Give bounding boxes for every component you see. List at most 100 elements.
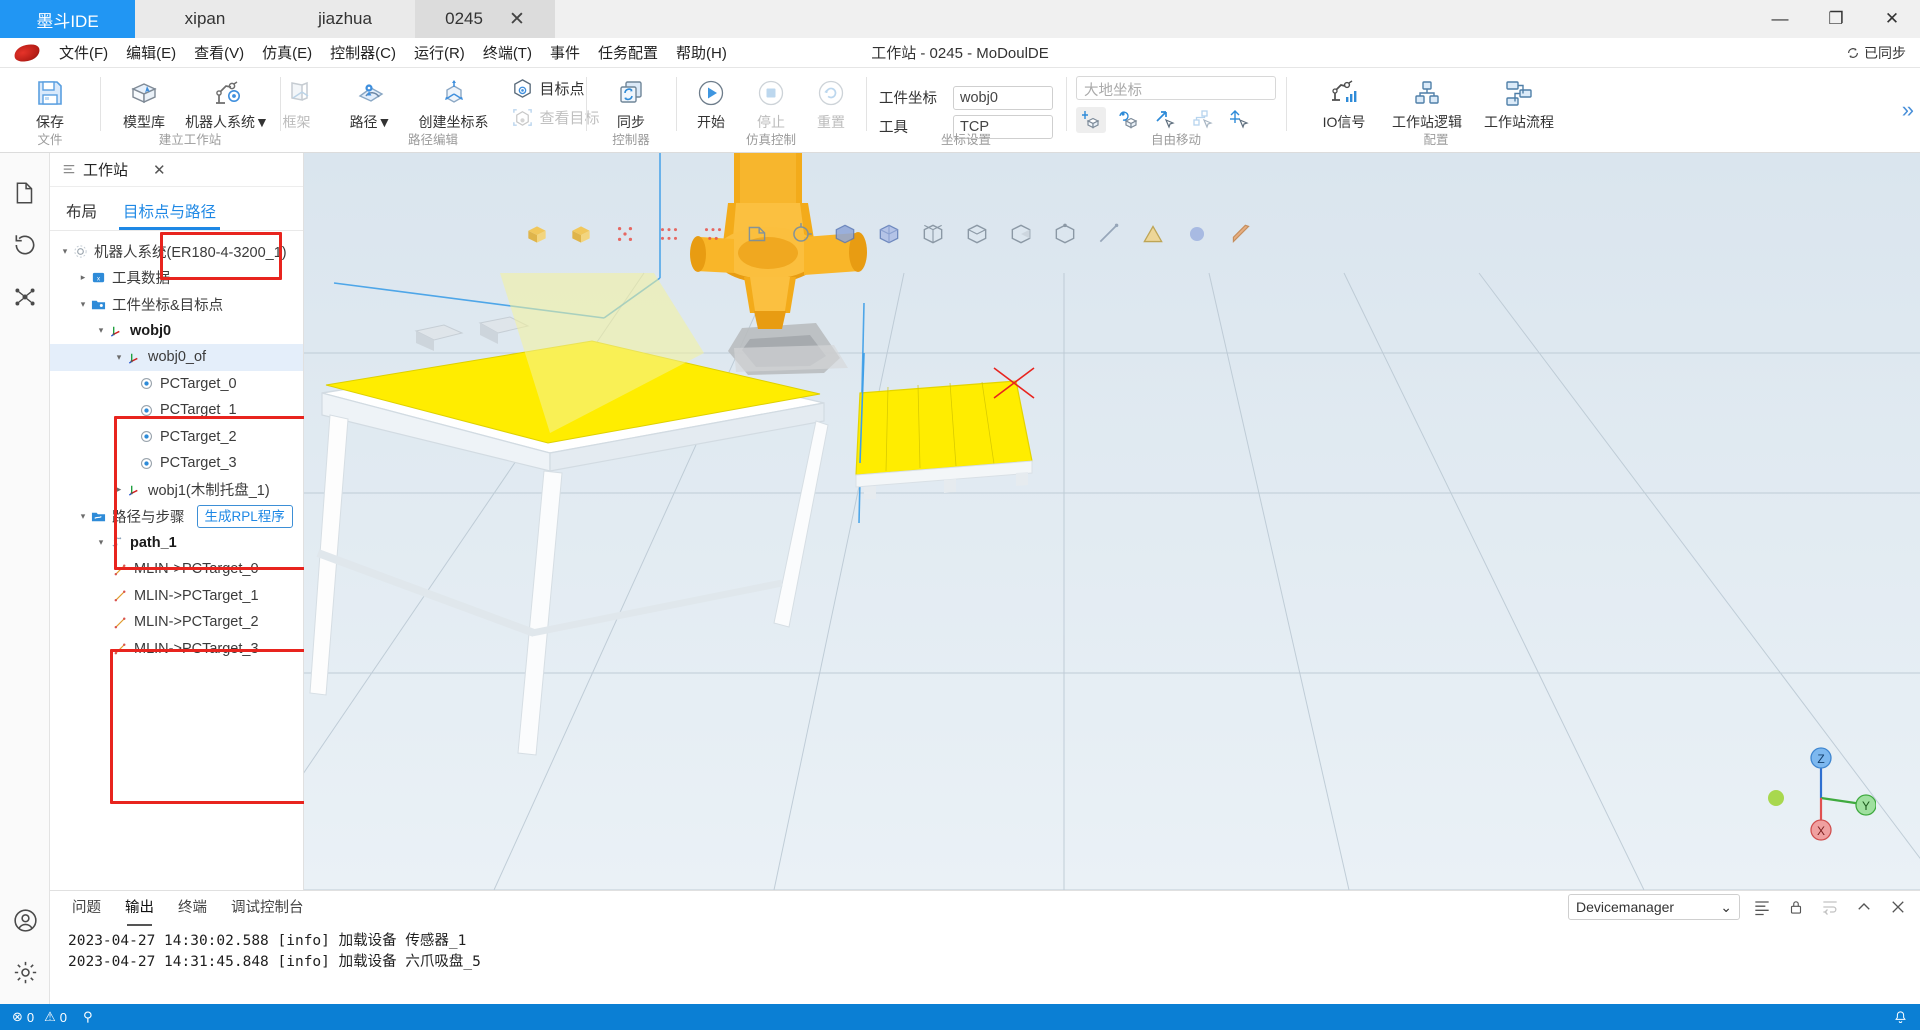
chevron-down-icon[interactable]: ▾: [112, 352, 126, 363]
menu-item-edit[interactable]: 编辑(E): [117, 38, 185, 67]
cube-face-icon[interactable]: [1008, 221, 1034, 247]
window-tab-0[interactable]: 墨斗IDE: [0, 0, 135, 38]
word-wrap-icon[interactable]: [1818, 895, 1842, 919]
chevron-down-icon[interactable]: ▾: [94, 325, 108, 336]
save-button[interactable]: 保存: [13, 73, 87, 132]
tree-item-paths-and-steps[interactable]: ▾ 路径与步骤 生成RPL程序: [50, 503, 303, 530]
tree-item-pctarget-2[interactable]: PCTarget_2: [50, 424, 303, 451]
chevron-right-icon[interactable]: ▸: [76, 272, 90, 283]
measure-dist-icon[interactable]: [1228, 221, 1254, 247]
axis-gizmo[interactable]: Z Y X: [1766, 736, 1876, 846]
sidebar-item-account[interactable]: [0, 894, 50, 946]
tab-problems[interactable]: 问题: [72, 896, 101, 920]
grid-dots-icon[interactable]: [656, 221, 682, 247]
cube-shaded-icon[interactable]: [876, 221, 902, 247]
model-library-button[interactable]: 模型库: [107, 73, 181, 132]
collapse-icon[interactable]: [1852, 895, 1876, 919]
ribbon-expand-button[interactable]: »: [1902, 97, 1914, 123]
window-tab-3[interactable]: 0245 ✕: [415, 0, 555, 38]
tab-output[interactable]: 输出: [125, 896, 154, 920]
world-coordinate-display[interactable]: 大地坐标: [1076, 76, 1276, 100]
sync-button[interactable]: 同步: [594, 73, 668, 132]
tree-item-wobj0-of[interactable]: ▾ wobj0_of: [50, 344, 303, 371]
tab-terminal[interactable]: 终端: [178, 896, 207, 920]
sidebar-item-explorer[interactable]: [0, 167, 50, 219]
cube-filled-icon[interactable]: [832, 221, 858, 247]
output-channel-select[interactable]: Devicemanager ⌄: [1568, 894, 1740, 920]
points-icon[interactable]: [612, 221, 638, 247]
menu-item-event[interactable]: 事件: [541, 38, 589, 67]
rotate-view-icon[interactable]: [788, 221, 814, 247]
chevron-down-icon[interactable]: ⌄: [1720, 899, 1732, 916]
menu-item-simulation[interactable]: 仿真(E): [253, 38, 321, 67]
tree-item-pctarget-1[interactable]: PCTarget_1: [50, 397, 303, 424]
tree-item-wobj1[interactable]: ▸ wobj1(木制托盘_1): [50, 477, 303, 504]
maximize-button[interactable]: ❐: [1808, 0, 1864, 38]
chevron-down-icon[interactable]: ▾: [94, 537, 108, 548]
status-errors[interactable]: ⊗ 0 ⚠ 0: [12, 1009, 67, 1025]
menu-item-view[interactable]: 查看(V): [185, 38, 253, 67]
lock-icon[interactable]: [1784, 895, 1808, 919]
panel-tab-station[interactable]: 工作站 ✕: [50, 153, 303, 187]
tree-item-pctarget-3[interactable]: PCTarget_3: [50, 450, 303, 477]
menu-item-terminal[interactable]: 终端(T): [474, 38, 541, 67]
cube-outline-icon[interactable]: [920, 221, 946, 247]
close-icon[interactable]: [1886, 895, 1910, 919]
menu-item-task-config[interactable]: 任务配置: [589, 38, 667, 67]
io-signal-button[interactable]: IO信号: [1307, 73, 1381, 132]
frame-button[interactable]: 框架: [260, 73, 334, 132]
workobject-input[interactable]: [953, 86, 1053, 110]
create-coordinate-button[interactable]: 创建坐标系: [408, 73, 500, 132]
bell-icon[interactable]: [1893, 1010, 1908, 1025]
minimize-button[interactable]: —: [1752, 0, 1808, 38]
tree-item-mlin-2[interactable]: MLIN->PCTarget_2: [50, 609, 303, 636]
tree-item-robot-system[interactable]: ▾ 机器人系统(ER180-4-3200_1): [50, 238, 303, 265]
cube-edge-icon[interactable]: [964, 221, 990, 247]
chevron-down-icon[interactable]: ▾: [76, 511, 90, 522]
stop-button[interactable]: 停止: [741, 73, 801, 132]
tree-item-wobj0[interactable]: ▾ wobj0: [50, 318, 303, 345]
menu-item-help[interactable]: 帮助(H): [667, 38, 736, 67]
measure-circle-icon[interactable]: [1184, 221, 1210, 247]
window-tab-1[interactable]: xipan: [135, 0, 275, 38]
snap-icon[interactable]: [700, 221, 726, 247]
tree-item-workobject-targets[interactable]: ▾ 工件坐标&目标点: [50, 291, 303, 318]
cube-vertex-icon[interactable]: [1052, 221, 1078, 247]
reset-button[interactable]: 重置: [801, 73, 861, 132]
clear-output-icon[interactable]: [1750, 895, 1774, 919]
sync-status[interactable]: 已同步: [1846, 43, 1906, 63]
sidebar-item-settings[interactable]: [0, 946, 50, 998]
close-icon[interactable]: ✕: [153, 161, 166, 179]
chevron-down-icon[interactable]: ▾: [58, 246, 72, 257]
status-connection[interactable]: ⚲: [83, 1009, 93, 1025]
measure-angle-icon[interactable]: [1140, 221, 1166, 247]
sidebar-item-history[interactable]: [0, 219, 50, 271]
tree-item-mlin-0[interactable]: MLIN->PCTarget_0: [50, 556, 303, 583]
station-logic-button[interactable]: 工作站逻辑: [1381, 73, 1473, 132]
tab-layout[interactable]: 布局: [66, 200, 97, 230]
tree-item-mlin-1[interactable]: MLIN->PCTarget_1: [50, 583, 303, 610]
tab-debug-console[interactable]: 调试控制台: [231, 896, 304, 920]
menu-item-run[interactable]: 运行(R): [405, 38, 474, 67]
measure-line-icon[interactable]: [1096, 221, 1122, 247]
sidebar-item-extensions[interactable]: [0, 271, 50, 323]
box-solid-icon[interactable]: [524, 221, 550, 247]
close-icon[interactable]: ✕: [509, 10, 525, 29]
tree-item-tool-data[interactable]: ▸ x 工具数据: [50, 265, 303, 292]
plane-icon[interactable]: [744, 221, 770, 247]
start-button[interactable]: 开始: [681, 73, 741, 132]
viewport-3d[interactable]: Z Y X: [304, 153, 1920, 890]
chevron-down-icon[interactable]: ▾: [76, 299, 90, 310]
menu-item-controller[interactable]: 控制器(C): [321, 38, 405, 67]
window-tab-2[interactable]: jiazhua: [275, 0, 415, 38]
path-button[interactable]: 路径▼: [334, 73, 408, 132]
tab-targets-and-paths[interactable]: 目标点与路径: [123, 200, 216, 230]
tree-item-mlin-3[interactable]: MLIN->PCTarget_3: [50, 636, 303, 663]
tree-item-pctarget-0[interactable]: PCTarget_0: [50, 371, 303, 398]
tree-item-path-1[interactable]: ▾ path_1: [50, 530, 303, 557]
station-flow-button[interactable]: 工作站流程: [1473, 73, 1565, 132]
generate-rpl-program-button[interactable]: 生成RPL程序: [197, 505, 293, 528]
chevron-right-icon[interactable]: ▸: [112, 484, 126, 495]
close-window-button[interactable]: ✕: [1864, 0, 1920, 38]
menu-item-file[interactable]: 文件(F): [50, 38, 117, 67]
